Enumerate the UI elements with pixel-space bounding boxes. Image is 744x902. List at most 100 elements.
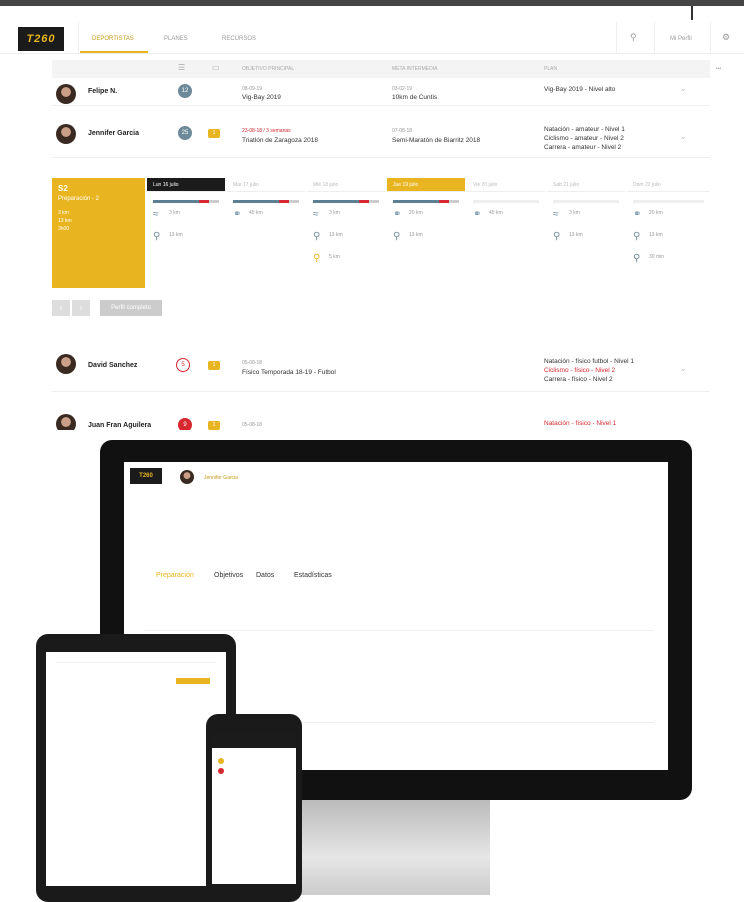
mock-divider [56,662,216,663]
comment-badge[interactable]: 1 [208,421,220,430]
activity-distance: 5 km [329,254,340,260]
col-meta: META INTERMEDIA [392,66,438,72]
load-bar [393,200,459,203]
objective-text: Triatlón de Zaragoza 2018 [242,137,319,144]
activity-bike[interactable]: ⚭ 20 km [633,207,710,229]
activity-walk[interactable]: ⚲ 30 min [633,251,710,273]
gear-icon[interactable]: ⚙ [722,32,730,43]
chevron-down-icon[interactable]: ⌄ [680,84,687,93]
load-bar [553,200,619,203]
next-week-button[interactable]: › [72,300,90,316]
mock-logo: T260 [130,468,162,484]
chevron-down-icon[interactable]: ⌄ [680,132,687,141]
table-row[interactable]: Juan Fran Aguilera 9 1 05-08-18 Natación… [52,410,710,430]
table-row[interactable]: David Sanchez 5 1 05-08-18 Físico Tempor… [52,346,710,392]
table-row[interactable]: Felipe N. 12 08-09-19 Vig-Bay 2019 03-02… [52,80,710,106]
avatar [56,354,76,374]
search-icon[interactable]: ⚲ [630,32,637,43]
monitor-stand [300,800,490,895]
goal-text: Semi-Maratón de Biarritz 2018 [392,137,481,144]
app-logo[interactable]: T260 [18,27,64,51]
day-header: Dom 22 julio [627,178,710,192]
mock-tab: Estadísticas [294,572,332,579]
day-column[interactable]: Jue 19 julio ⚭ 20 km ⚲ 13 km [387,178,465,288]
mock-button [176,678,210,684]
athlete-name[interactable]: David Sanchez [88,362,137,369]
tab-deportistas[interactable]: DEPORTISTAS [92,36,134,42]
load-bar [153,200,219,203]
activity-run[interactable]: ⚲ 5 km [313,251,385,273]
plan-line: Natación - amateur - Nivel 1 [544,126,625,133]
objective-text: Vig-Bay 2019 [242,94,281,101]
mock-dot [218,768,224,774]
prev-week-button[interactable]: ‹ [52,300,70,316]
athlete-name[interactable]: Juan Fran Aguilera [88,422,151,429]
table-row[interactable]: Jennifer Garcia 25 1 23-08-18 / 3 semana… [52,114,710,158]
week-phase: Preparación - 2 [58,196,100,202]
day-column[interactable]: Sab 21 julio ≈3 km ⚲ 13 km [547,178,625,288]
mock-tab: Objetivos [214,572,244,579]
day-column[interactable]: Vie 20 julio ⚭ 45 km [467,178,545,288]
swim-icon: ≈ [313,209,319,220]
avatar [56,124,76,144]
activity-bike[interactable]: ⚭ 45 km [233,207,305,229]
bike-icon: ⚭ [473,209,482,220]
activity-swim[interactable]: ≈3 km [153,207,225,229]
sessions-badge: 5 [176,358,190,372]
avatar [56,84,76,104]
mock-dot [218,758,224,764]
day-column[interactable]: Lun 16 julio ≈3 km ⚲ 13 km [147,178,225,288]
profile-link[interactable]: Mi Perfil [670,36,692,42]
activity-run[interactable]: ⚲ 13 km [553,229,625,251]
activity-bike[interactable]: ⚭ 20 km [393,207,465,229]
day-column[interactable]: Mié 18 julio ≈3 km ⚲ 13 km ⚲ 5 km [307,178,385,288]
comment-badge[interactable]: 1 [208,129,220,138]
run-icon: ⚲ [313,231,321,242]
athlete-name[interactable]: Felipe N. [88,88,117,95]
activity-distance: 20 km [409,210,423,216]
objective-date: 23-08-18 / 3 semanas [242,128,291,134]
activity-duration: 30 min [649,254,665,260]
more-icon[interactable]: ••• [716,66,721,72]
objective-text: Físico Temporada 18-19 - Futbol [242,369,336,376]
day-header: Lun 16 julio [147,178,225,192]
week-calendar: S2 Preparación - 2 3 km 13 km 3h00 Lun 1… [52,178,710,288]
list-icon[interactable]: ☰ [178,63,185,72]
activity-run[interactable]: ⚲ 13 km [633,229,710,251]
activity-distance: 13 km [409,232,423,238]
plan-line: Carrera - amateur - Nivel 2 [544,144,622,151]
day-column[interactable]: Mar 17 julio ⚭ 45 km [227,178,305,288]
day-header: Mar 17 julio [227,178,305,192]
day-column[interactable]: Dom 22 julio ⚭ 20 km ⚲ 13 km ⚲ 30 min [627,178,710,288]
walk-icon: ⚲ [633,253,641,264]
activity-distance: 3 km [569,210,580,216]
full-profile-button[interactable]: Perfil completo [100,300,162,316]
comment-badge[interactable]: 1 [208,361,220,370]
activity-run[interactable]: ⚲ 13 km [393,229,465,251]
swim-icon: ≈ [153,209,159,220]
mock-divider [144,630,654,631]
goal-date: 03-02-19 [392,86,413,92]
comment-icon[interactable]: ▭ [212,63,220,72]
mock-tab: Preparación [156,572,194,579]
activity-run[interactable]: ⚲ 13 km [153,229,225,251]
activity-run[interactable]: ⚲ 13 km [313,229,385,251]
activity-swim[interactable]: ≈3 km [553,207,625,229]
plan-line: Ciclismo - físico - Nivel 2 [544,367,616,374]
plan-line: Vig-Bay 2019 - Nivel alto [544,86,616,93]
tab-planes[interactable]: PLANES [164,36,188,42]
week-stat: 3 km [58,210,69,216]
tab-recursos[interactable]: RECURSOS [222,36,256,42]
activity-distance: 45 km [249,210,263,216]
plan-line: Natación - físico futbol - Nivel 1 [544,358,634,365]
chevron-down-icon[interactable]: ⌄ [680,364,687,373]
activity-distance: 13 km [329,232,343,238]
athlete-name[interactable]: Jennifer Garcia [88,130,139,137]
activity-swim[interactable]: ≈3 km [313,207,385,229]
nav-divider [78,22,79,54]
col-plan: PLAN [544,66,558,72]
activity-bike[interactable]: ⚭ 45 km [473,207,545,229]
objective-date: 08-09-19 [242,86,263,92]
activity-distance: 13 km [649,232,663,238]
week-summary[interactable]: S2 Preparación - 2 3 km 13 km 3h00 [52,178,145,288]
